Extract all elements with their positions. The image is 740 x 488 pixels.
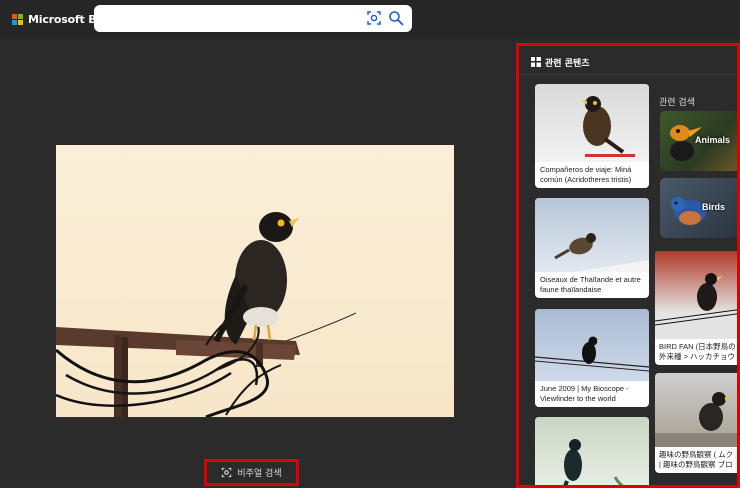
search-icon[interactable] (388, 10, 404, 26)
related-searches-title: 관련 검색 (659, 98, 695, 108)
result-card[interactable]: Oiseaux de Thaïlande et autre faune thaï… (535, 198, 649, 298)
result-thumbnail (535, 417, 649, 485)
result-thumbnail (535, 309, 649, 381)
related-content-panel: 관련 콘텐츠 Compañeros de viaje: Miná común (… (516, 43, 740, 488)
tab-related-content[interactable]: 관련 콘텐츠 (531, 51, 590, 73)
result-card[interactable]: 趣味の野鳥観察 ( ムク | 趣味の野鳥観察 ブロ (655, 373, 737, 473)
search-box[interactable] (94, 5, 412, 32)
result-card[interactable]: June 2009 | My Bioscope - Viewfinder to … (535, 309, 649, 407)
main-image[interactable] (56, 145, 454, 417)
related-search-animals[interactable]: Animals (660, 111, 737, 171)
visual-search-icon[interactable] (366, 10, 382, 26)
image-viewer (0, 38, 515, 488)
result-caption: Compañeros de viaje: Miná común (Acridot… (540, 165, 632, 184)
result-card[interactable] (535, 417, 649, 485)
result-thumbnail (655, 251, 737, 339)
related-search-birds[interactable]: Birds (660, 178, 737, 238)
result-caption: 趣味の野鳥観察 ( ムク | 趣味の野鳥観察 ブロ (655, 447, 737, 473)
visual-search-button[interactable]: 비주얼 검색 (204, 459, 299, 486)
result-thumbnail (535, 84, 649, 162)
result-thumbnail (535, 198, 649, 272)
result-caption: June 2009 | My Bioscope - Viewfinder to … (540, 384, 629, 403)
result-card[interactable]: Compañeros de viaje: Miná común (Acridot… (535, 84, 649, 188)
result-thumbnail (655, 373, 737, 447)
visual-search-icon (222, 467, 232, 478)
visual-search-label: 비주얼 검색 (237, 469, 282, 479)
tab-label: 관련 콘텐츠 (545, 58, 590, 69)
result-card[interactable]: BIRD FAN (日本野鳥の 外来種 > ハッカチョウ (655, 251, 737, 365)
microsoft-logo-icon (12, 13, 23, 25)
caption-line: 外来種 > ハッカチョウ (659, 352, 736, 361)
caption-line: BIRD FAN (日本野鳥の (659, 342, 736, 351)
caption-line: | 趣味の野鳥観察 ブロ (659, 460, 733, 469)
result-caption: BIRD FAN (日本野鳥の 外来種 > ハッカチョウ (655, 339, 737, 365)
myna-bird-photo (56, 212, 357, 417)
tab-divider (519, 74, 737, 75)
related-search-label: Birds (702, 202, 726, 212)
search-input[interactable] (102, 9, 352, 28)
grid-icon (531, 57, 541, 67)
related-search-label: Animals (695, 135, 731, 145)
result-caption: Oiseaux de Thaïlande et autre faune thaï… (540, 275, 641, 294)
birds-thumbnail (671, 197, 706, 225)
caption-line: 趣味の野鳥観察 ( ムク (659, 450, 734, 459)
top-bar: Microsoft Bing (0, 0, 740, 38)
